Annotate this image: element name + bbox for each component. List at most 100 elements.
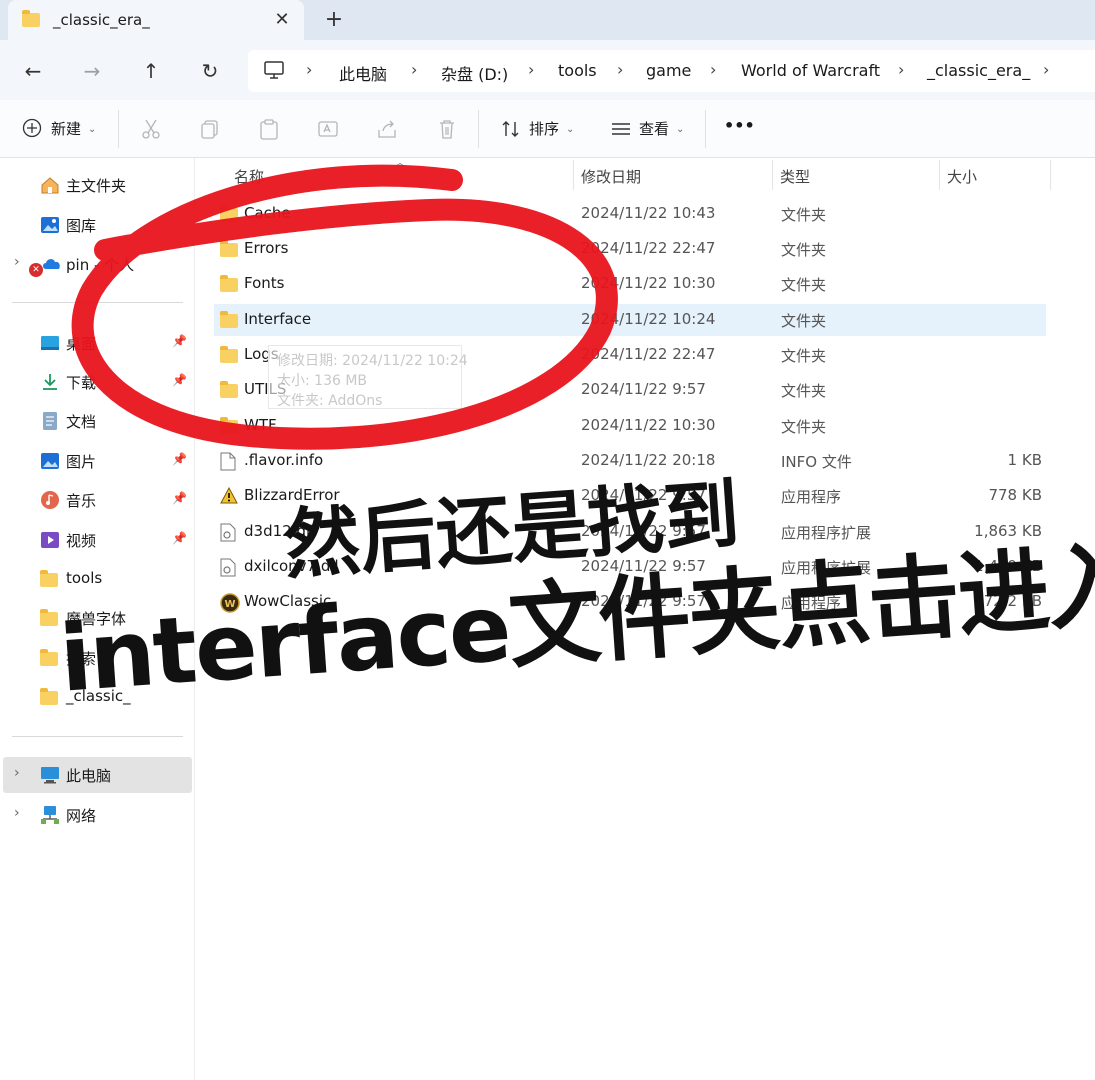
breadcrumb-world-of-warcraft[interactable]: World of Warcraft [741, 61, 880, 80]
sidebar-item-label: 桌面 [66, 335, 97, 353]
paste-icon[interactable] [258, 118, 280, 140]
desktop-icon [40, 333, 60, 353]
back-button[interactable]: ← [18, 56, 48, 86]
file-name: Errors [244, 239, 289, 257]
sidebar-item-label: 网络 [66, 807, 97, 825]
chevron-right-icon[interactable]: › [617, 60, 623, 79]
folder-icon [220, 346, 238, 366]
chevron-right-icon[interactable]: › [14, 805, 20, 821]
more-options-button[interactable]: ••• [724, 116, 755, 135]
file-size: 778 KB [988, 486, 1042, 504]
view-button[interactable]: 查看 [639, 118, 669, 139]
chevron-down-icon[interactable]: ⌄ [88, 124, 96, 135]
delete-icon[interactable] [436, 118, 458, 140]
chevron-right-icon[interactable]: › [1043, 60, 1049, 79]
file-icon [220, 452, 238, 471]
cut-icon[interactable] [140, 118, 162, 140]
up-button[interactable]: ↑ [136, 56, 166, 86]
column-divider[interactable] [772, 160, 773, 190]
sort-ascending-icon: ︿ [395, 158, 405, 169]
folder-icon [220, 311, 238, 331]
folder-tooltip: 修改日期: 2024/11/22 10:24 大小: 136 MB 文件夹: A… [268, 345, 468, 409]
sort-icon[interactable] [500, 118, 522, 140]
sidebar-item-this-pc[interactable]: › 此电脑 [3, 757, 192, 793]
breadcrumb-tools[interactable]: tools [558, 61, 597, 80]
home-icon [40, 175, 60, 195]
file-row-interface[interactable]: Interface 2024/11/22 10:24 文件夹 [214, 304, 1046, 336]
file-row[interactable]: WTF 2024/11/22 10:30 文件夹 [214, 410, 1046, 442]
this-pc-icon [40, 765, 60, 785]
column-header-type[interactable]: 类型 [780, 166, 810, 187]
file-size: 1 KB [1007, 451, 1042, 469]
sidebar-item-videos[interactable]: 视频 📌 [0, 522, 192, 558]
videos-icon [40, 530, 60, 550]
tab-title: _classic_era_ [53, 11, 150, 29]
pin-icon[interactable]: 📌 [172, 491, 187, 505]
file-row[interactable]: Errors 2024/11/22 22:47 文件夹 [214, 233, 1046, 265]
tooltip-line: 大小: 136 MB [277, 373, 368, 389]
file-name: .flavor.info [244, 451, 324, 469]
file-type: 应用程序 [781, 488, 842, 506]
file-name: Fonts [244, 274, 285, 292]
breadcrumb-this-pc[interactable]: 此电脑 [339, 61, 387, 85]
file-type: 文件夹 [781, 312, 827, 330]
chevron-right-icon[interactable]: › [411, 60, 417, 79]
chevron-right-icon[interactable]: › [306, 60, 312, 79]
address-bar[interactable]: › 此电脑 › 杂盘 (D:) › tools › game › World o… [248, 50, 1095, 92]
column-divider[interactable] [939, 160, 940, 190]
sort-button[interactable]: 排序 [529, 118, 559, 139]
computer-icon[interactable] [264, 60, 284, 84]
copy-icon[interactable] [199, 118, 221, 140]
column-header-size[interactable]: 大小 [947, 166, 977, 187]
sidebar-item-documents[interactable]: 文档 [0, 403, 192, 439]
sidebar-item-music[interactable]: 音乐 📌 [0, 482, 192, 518]
sidebar-item-pictures[interactable]: 图片 📌 [0, 443, 192, 479]
network-icon [40, 805, 60, 825]
sidebar-item-onedrive[interactable]: › pin - 个人 ✕ [0, 246, 192, 282]
new-button[interactable]: 新建 [51, 118, 81, 139]
file-name: Interface [244, 310, 312, 328]
documents-icon [40, 411, 60, 431]
breadcrumb-classic-era[interactable]: _classic_era_ [927, 61, 1030, 80]
rename-icon[interactable] [317, 118, 339, 140]
column-divider[interactable] [573, 160, 574, 190]
folder-icon [40, 688, 60, 710]
new-tab-button[interactable]: + [320, 6, 348, 34]
chevron-right-icon[interactable]: › [710, 60, 716, 79]
sidebar-item-home[interactable]: 主文件夹 [0, 167, 192, 203]
pin-icon[interactable]: 📌 [172, 452, 187, 466]
sidebar-item-network[interactable]: › 网络 [0, 797, 192, 833]
pin-icon[interactable]: 📌 [172, 334, 187, 348]
file-row[interactable]: Cache 2024/11/22 10:43 文件夹 [214, 198, 1046, 230]
file-row[interactable]: Fonts 2024/11/22 10:30 文件夹 [214, 268, 1046, 300]
column-divider[interactable] [1050, 160, 1051, 190]
chevron-right-icon[interactable]: › [528, 60, 534, 79]
chevron-right-icon[interactable]: › [898, 60, 904, 79]
title-bar: _classic_era_ ✕ + [0, 0, 1095, 40]
chevron-right-icon[interactable]: › [14, 765, 20, 781]
dll-icon [220, 523, 238, 542]
file-type: 文件夹 [781, 276, 827, 294]
tab-classic-era[interactable]: _classic_era_ ✕ [8, 0, 304, 40]
file-type: 文件夹 [781, 418, 827, 436]
download-icon [40, 372, 60, 392]
chevron-down-icon[interactable]: ⌄ [566, 124, 574, 135]
chevron-right-icon[interactable]: › [14, 254, 20, 270]
close-tab-icon[interactable]: ✕ [270, 8, 294, 32]
folder-icon [220, 275, 238, 295]
share-icon[interactable] [376, 118, 398, 140]
sidebar-item-gallery[interactable]: 图库 [0, 207, 192, 243]
breadcrumb-drive-d[interactable]: 杂盘 (D:) [441, 61, 508, 85]
pin-icon[interactable]: 📌 [172, 531, 187, 545]
column-header-name[interactable]: 名称 [234, 166, 264, 187]
chevron-down-icon[interactable]: ⌄ [676, 124, 684, 135]
sidebar-item-downloads[interactable]: 下载 📌 [0, 364, 192, 400]
view-icon[interactable] [610, 118, 632, 140]
column-header-modified[interactable]: 修改日期 [581, 166, 641, 187]
refresh-button[interactable]: ↻ [195, 56, 225, 86]
forward-button[interactable]: → [77, 56, 107, 86]
new-icon[interactable] [22, 118, 44, 140]
sidebar-item-desktop[interactable]: 桌面 📌 [0, 325, 192, 361]
breadcrumb-game[interactable]: game [646, 61, 691, 80]
pin-icon[interactable]: 📌 [172, 373, 187, 387]
